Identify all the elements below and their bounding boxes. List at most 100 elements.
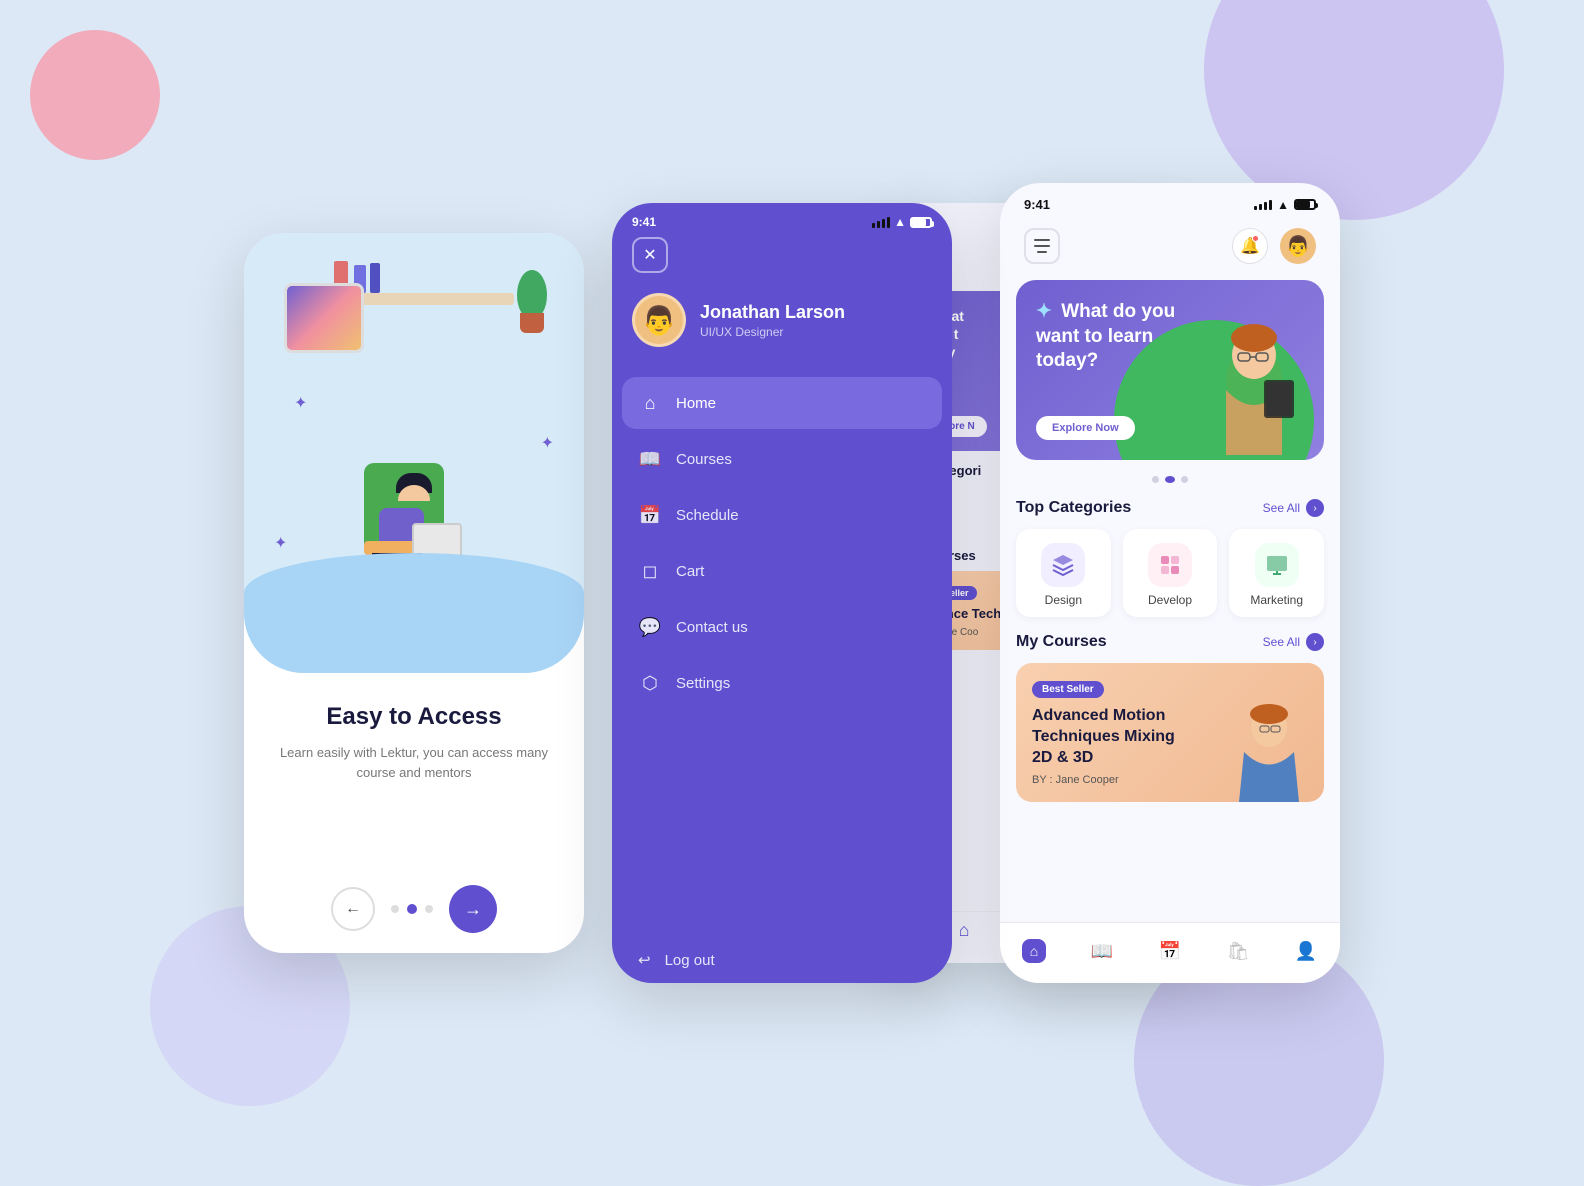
- nav-profile[interactable]: 👤: [1286, 935, 1326, 967]
- phone1-illustration: ✦ ✦ ✦: [244, 233, 584, 673]
- p3-bell-button[interactable]: 🔔: [1232, 228, 1268, 264]
- p3-dot-2[interactable]: [1165, 476, 1175, 483]
- sparkle-1: ✦: [294, 393, 307, 413]
- categories-section-header: Top Categories See All ›: [1000, 499, 1340, 529]
- p3-avatar-emoji: 👨: [1286, 234, 1311, 259]
- p3-battery-icon: [1294, 199, 1316, 210]
- nav-courses[interactable]: 📖: [1082, 935, 1122, 967]
- menu-label-home: Home: [676, 395, 716, 412]
- categories-list: Design Develop: [1000, 529, 1340, 633]
- p3-menu-button[interactable]: [1024, 228, 1060, 264]
- p3-status: 9:41 ▲: [1000, 183, 1340, 220]
- profile-name: Jonathan Larson: [700, 302, 845, 323]
- p3-battery-fill: [1296, 201, 1310, 208]
- bg-nav-home[interactable]: ⌂: [959, 920, 970, 941]
- courses-see-all-label: See All: [1263, 635, 1300, 649]
- phone1: ✦ ✦ ✦: [244, 233, 584, 953]
- p3-avatar[interactable]: 👨: [1280, 228, 1316, 264]
- teacher-svg: [1194, 300, 1314, 460]
- category-develop[interactable]: Develop: [1123, 529, 1218, 617]
- p3-dot-3[interactable]: [1181, 476, 1188, 483]
- nav-schedule[interactable]: 📅: [1150, 935, 1190, 967]
- menu-item-settings[interactable]: ⬡ Settings: [622, 657, 942, 709]
- p3-time: 9:41: [1024, 197, 1050, 212]
- close-button[interactable]: ✕: [632, 237, 668, 273]
- phone2-profile: 👨 Jonathan Larson UI/UX Designer: [612, 293, 952, 377]
- logout-button[interactable]: ↩ Log out: [612, 937, 952, 983]
- p3-banner: ✦ What do youwant to learntoday?: [1016, 280, 1324, 460]
- wifi-icon: ▲: [894, 215, 906, 229]
- nav-home-icon: ⌂: [1022, 939, 1046, 963]
- profile-avatar: 👨: [632, 293, 686, 347]
- phone1-subtitle: Learn easily with Lektur, you can access…: [264, 743, 564, 782]
- phone1-content: Easy to Access Learn easily with Lektur,…: [244, 673, 584, 953]
- contact-icon: 💬: [638, 615, 662, 639]
- battery-fill: [912, 219, 926, 226]
- menu-item-contact[interactable]: 💬 Contact us: [622, 601, 942, 653]
- p3-menu-line-2: [1034, 245, 1050, 247]
- nav-cart[interactable]: 🛍: [1218, 935, 1258, 967]
- battery-icon: [910, 217, 932, 228]
- illus-plant: [520, 313, 544, 333]
- course-person-svg: [1224, 692, 1314, 802]
- prev-icon: ←: [345, 900, 361, 918]
- nav-cart-icon: 🛍: [1226, 939, 1250, 963]
- logout-label: Log out: [665, 952, 715, 969]
- illus-frame: [284, 283, 364, 353]
- menu-label-schedule: Schedule: [676, 507, 739, 524]
- illus-book3: [370, 263, 380, 293]
- menu-item-courses[interactable]: 📖 Courses: [622, 433, 942, 485]
- profile-role: UI/UX Designer: [700, 325, 845, 339]
- p3-banner-person: [1194, 300, 1314, 460]
- develop-icon: [1148, 543, 1192, 587]
- design-label: Design: [1045, 593, 1082, 607]
- category-marketing[interactable]: Marketing: [1229, 529, 1324, 617]
- p3-header: 🔔 👨: [1000, 220, 1340, 280]
- nav-dots: [391, 904, 433, 914]
- phone1-nav: ← →: [331, 885, 497, 933]
- courses-see-all[interactable]: See All ›: [1263, 633, 1324, 651]
- cart-icon: ◻: [638, 559, 662, 583]
- nav-schedule-icon: 📅: [1158, 939, 1182, 963]
- p3-explore-button[interactable]: Explore Now: [1036, 416, 1135, 440]
- close-icon: ✕: [643, 245, 656, 265]
- see-all-arrow: ›: [1306, 499, 1324, 517]
- design-icon: [1041, 543, 1085, 587]
- courses-title: My Courses: [1016, 633, 1107, 651]
- marketing-label: Marketing: [1250, 593, 1303, 607]
- home-icon: ⌂: [638, 391, 662, 415]
- sparkle-3: ✦: [274, 533, 287, 553]
- settings-icon: ⬡: [638, 671, 662, 695]
- dot-3[interactable]: [425, 905, 433, 913]
- phone3-fg: 9:41 ▲: [1000, 183, 1340, 983]
- next-button[interactable]: →: [449, 885, 497, 933]
- prev-button[interactable]: ←: [331, 887, 375, 931]
- p3-dot-1[interactable]: [1152, 476, 1159, 483]
- nav-home[interactable]: ⌂: [1014, 935, 1054, 967]
- nav-profile-icon: 👤: [1294, 939, 1318, 963]
- course-title: Advanced MotionTechniques Mixing2D & 3D: [1032, 706, 1212, 768]
- dot-1[interactable]: [391, 905, 399, 913]
- marketing-svg: [1265, 553, 1289, 577]
- menu-label-settings: Settings: [676, 675, 730, 692]
- category-design[interactable]: Design: [1016, 529, 1111, 617]
- menu-label-courses: Courses: [676, 451, 732, 468]
- menu-label-contact: Contact us: [676, 619, 748, 636]
- course-card: Best Seller Advanced MotionTechniques Mi…: [1016, 663, 1324, 802]
- menu-item-home[interactable]: ⌂ Home: [622, 377, 942, 429]
- menu-item-cart[interactable]: ◻ Cart: [622, 545, 942, 597]
- illus-frame-inner: [287, 286, 361, 350]
- courses-section-header: My Courses See All ›: [1000, 633, 1340, 663]
- phone2-status: 9:41 ▲: [612, 203, 952, 237]
- avatar-emoji: 👨: [642, 304, 677, 337]
- phone1-title: Easy to Access: [326, 703, 501, 731]
- categories-see-all[interactable]: See All ›: [1263, 499, 1324, 517]
- dot-2[interactable]: [407, 904, 417, 914]
- profile-info: Jonathan Larson UI/UX Designer: [700, 302, 845, 339]
- categories-title: Top Categories: [1016, 499, 1131, 517]
- menu-item-schedule[interactable]: 📅 Schedule: [622, 489, 942, 541]
- marketing-icon: [1255, 543, 1299, 587]
- signal-icon: [872, 217, 890, 228]
- phone2-menu: ⌂ Home 📖 Courses 📅 Schedule ◻ Cart 💬 Con…: [612, 377, 952, 917]
- develop-svg: [1158, 553, 1182, 577]
